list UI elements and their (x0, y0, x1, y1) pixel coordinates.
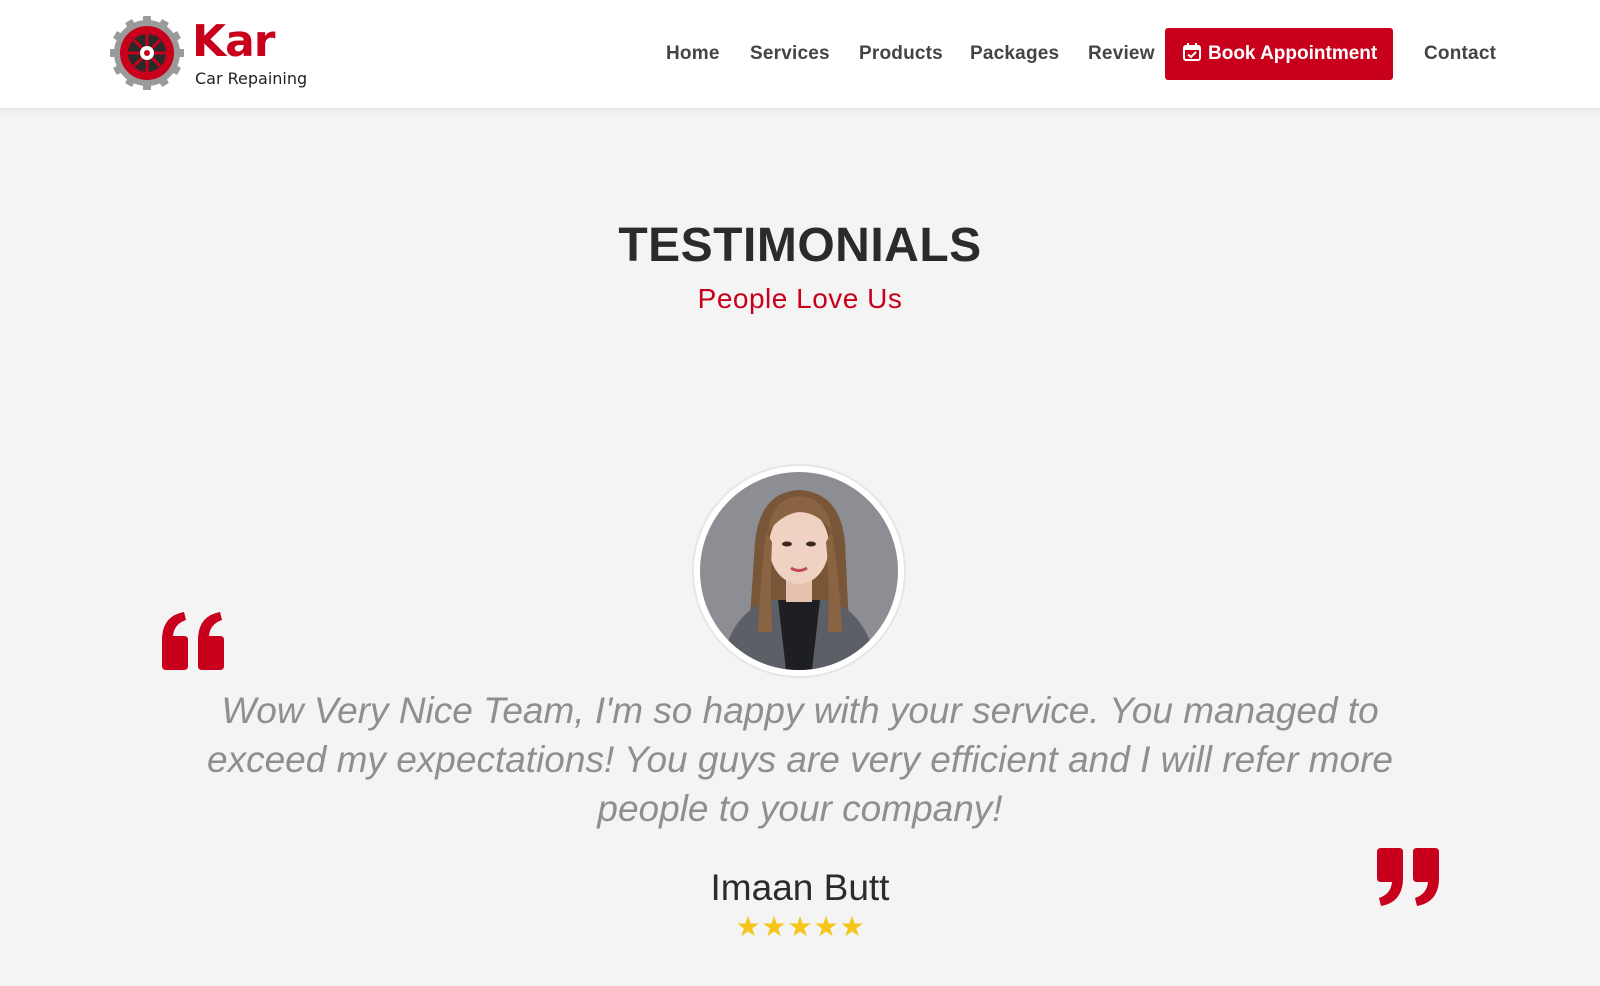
section-subtitle: People Love Us (697, 283, 903, 314)
nav-contact[interactable]: Contact (1424, 28, 1496, 80)
testimonial-quote: Wow Very Nice Team, I'm so happy with yo… (207, 690, 1393, 829)
nav-products[interactable]: Products (859, 28, 943, 80)
quote-open-icon (162, 612, 224, 670)
star-icon: ★ (761, 911, 787, 942)
calendar-check-icon (1183, 42, 1201, 61)
main-nav: Home Services Products Packages Review B… (0, 28, 1600, 80)
star-icon: ★ (839, 911, 865, 942)
nav-review[interactable]: Review (1088, 28, 1155, 80)
book-appointment-button[interactable]: Book Appointment (1165, 28, 1393, 80)
reviewer-name: Imaan Butt (710, 867, 890, 908)
nav-services[interactable]: Services (750, 28, 830, 80)
navbar: Kar Car Repaining Home Services Products… (0, 0, 1600, 108)
star-icon: ★ (735, 911, 761, 942)
star-icon: ★ (813, 911, 839, 942)
reviewer-avatar (694, 466, 904, 676)
nav-home[interactable]: Home (666, 28, 720, 80)
reviewer-photo (700, 472, 898, 670)
book-appointment-label: Book Appointment (1208, 43, 1378, 64)
section-title: TESTIMONIALS (618, 219, 982, 272)
star-rating: ★★★★★ (0, 912, 1600, 942)
nav-packages[interactable]: Packages (970, 28, 1059, 80)
star-icon: ★ (787, 911, 813, 942)
